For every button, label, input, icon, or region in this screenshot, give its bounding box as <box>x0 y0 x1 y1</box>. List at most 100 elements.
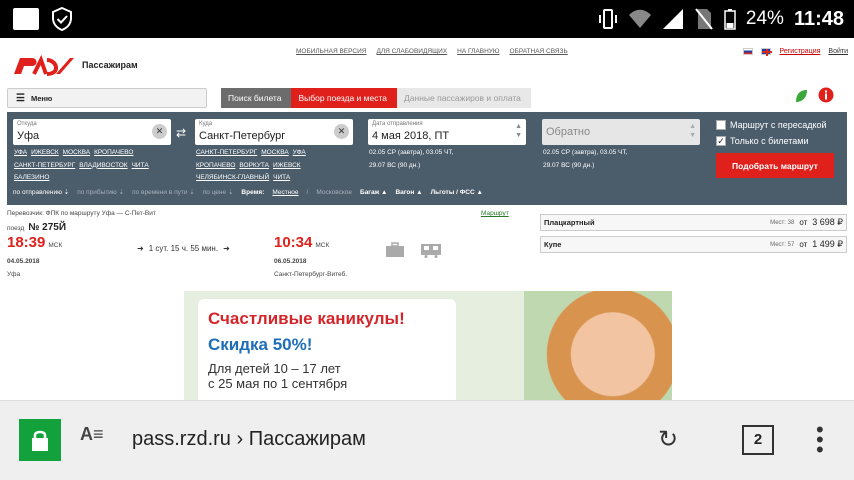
from-field[interactable]: Откуда Уфа ✕ <box>13 119 171 145</box>
sort-arrival[interactable]: по прибытию ⇣ <box>77 188 124 196</box>
seat-price: 1 499 ₽ <box>812 239 843 249</box>
quick-chelyabinsk[interactable]: ЧЕЛЯБИНСК-ГЛАВНЫЙ <box>196 174 269 181</box>
vibrate-icon <box>598 9 617 29</box>
time-local[interactable]: Местное <box>272 189 298 196</box>
seat-class-row[interactable]: Купе Мест: 57 от 1 499 ₽ <box>540 236 847 253</box>
banner-discount: Скидка 50%! <box>208 335 313 354</box>
link-mobile[interactable]: МОБИЛЬНАЯ ВЕРСИЯ <box>296 48 366 55</box>
menu-button[interactable]: ☰ Меню <box>7 88 207 108</box>
quick-ufa[interactable]: УФА <box>14 149 27 156</box>
seat-class-row[interactable]: Плацкартный Мест: 38 от 3 698 ₽ <box>540 214 847 231</box>
train-number[interactable]: № 275Й <box>28 222 66 233</box>
seat-class-name: Плацкартный <box>544 218 595 227</box>
link-feedback[interactable]: ОБРАТНАЯ СВЯЗЬ <box>510 48 568 55</box>
sort-departure[interactable]: по отправлению ⇣ <box>13 188 69 196</box>
filter-baggage-label: Багаж <box>360 188 380 196</box>
arrow-right-icon: ➜ <box>223 244 230 253</box>
sort-icon: ⇣ <box>118 189 125 196</box>
transfer-checkbox-box[interactable] <box>716 120 726 130</box>
time-divider: / <box>306 188 309 196</box>
info-icon[interactable] <box>818 87 834 103</box>
seat-count: Мест: 38 <box>770 219 795 226</box>
quick-kropachevo[interactable]: КРОПАЧЕВО <box>196 162 235 169</box>
quick-chita[interactable]: ЧИТА <box>132 162 149 169</box>
sort-price-label: по цене <box>202 189 227 196</box>
arrival-station: Санкт-Петербург-Витеб. <box>274 271 348 278</box>
tickets-only-checkbox[interactable]: ✓ Только с билетами <box>716 136 808 146</box>
reader-mode-icon[interactable]: A≡ <box>80 424 104 445</box>
time-label: Время: <box>241 188 265 196</box>
date-quick-2[interactable]: 29.07 ВС (90 дн.) <box>369 160 453 173</box>
route-link[interactable]: Маршрут <box>481 210 509 217</box>
arrow-right-icon: ➜ <box>137 244 144 253</box>
from-value: Уфа <box>17 130 40 142</box>
sort-icon: ⇣ <box>189 189 195 196</box>
quick-moscow[interactable]: МОСКВА <box>261 149 288 156</box>
tabs-button[interactable]: 2 <box>742 425 774 455</box>
leaf-icon[interactable] <box>794 88 808 104</box>
seat-count: Мест: 57 <box>770 241 795 248</box>
train-car-icon <box>421 244 441 258</box>
to-field[interactable]: Куда Санкт-Петербург ✕ <box>195 119 353 145</box>
travel-duration: 1 сут. 15 ч. 55 мин. <box>148 244 219 253</box>
quick-izhevsk[interactable]: ИЖЕВСК <box>273 162 301 169</box>
filter-benefits-label: Льготы / ФСС <box>430 188 475 196</box>
url-field[interactable]: pass.rzd.ru › Пассажирам <box>132 428 366 451</box>
quick-kropachevo[interactable]: КРОПАЧЕВО <box>94 149 133 156</box>
quick-vladivostok[interactable]: ВЛАДИВОСТОК <box>79 162 127 169</box>
quick-ufa[interactable]: УФА <box>293 149 306 156</box>
return-quick-2[interactable]: 29.07 ВС (90 дн.) <box>543 160 627 173</box>
shield-check-icon <box>52 6 72 32</box>
quick-moscow[interactable]: МОСКВА <box>63 149 90 156</box>
swap-icon[interactable]: ⇄ <box>176 126 186 140</box>
return-field[interactable]: Обратно ▲ ▼ <box>542 119 700 145</box>
transfer-checkbox[interactable]: Маршрут с пересадкой <box>716 120 827 130</box>
link-accessibility[interactable]: ДЛЯ СЛАБОВИДЯЩИХ <box>376 48 447 55</box>
find-route-button[interactable]: Подобрать маршрут <box>716 153 834 178</box>
clear-from-icon[interactable]: ✕ <box>152 124 167 139</box>
battery-percent: 24% <box>745 8 784 29</box>
time-moscow[interactable]: Московское <box>316 189 352 196</box>
tickets-only-checkbox-box[interactable]: ✓ <box>716 136 726 146</box>
register-link[interactable]: Регистрация <box>779 48 820 55</box>
login-link[interactable]: Войти <box>828 48 848 55</box>
to-label: Куда <box>199 121 213 127</box>
filter-baggage[interactable]: Багаж ▲ <box>360 189 387 196</box>
promo-banner[interactable]: Счастливые каникулы! Скидка 50%! Для дет… <box>184 291 672 400</box>
brand-title: Пассажирам <box>82 60 138 70</box>
filter-car[interactable]: Вагон ▲ <box>395 189 422 196</box>
return-quick-1[interactable]: 02.05 СР (завтра), 03.05 ЧТ, <box>543 147 627 160</box>
seat-from: от <box>799 240 808 249</box>
hamburger-icon: ☰ <box>16 92 25 104</box>
step-select-train: Выбор поезда и места <box>291 88 398 108</box>
return-stepper-icon[interactable]: ▲ ▼ <box>689 122 696 140</box>
arrival-tz: МСК <box>315 242 330 249</box>
quick-izhevsk[interactable]: ИЖЕВСК <box>31 149 59 156</box>
lock-icon[interactable] <box>19 419 61 461</box>
clear-to-icon[interactable]: ✕ <box>334 124 349 139</box>
date-quick-1[interactable]: 02.05 СР (завтра), 03.05 ЧТ, <box>369 147 453 160</box>
reload-icon[interactable]: ↻ <box>658 425 678 454</box>
quick-vorkuta[interactable]: ВОРКУТА <box>239 162 269 169</box>
quick-spb[interactable]: САНКТ-ПЕТЕРБУРГ <box>196 149 257 156</box>
sort-departure-label: по отправлению <box>13 189 62 196</box>
web-page: Пассажирам МОБИЛЬНАЯ ВЕРСИЯ ДЛЯ СЛАБОВИД… <box>0 38 854 400</box>
to-value: Санкт-Петербург <box>199 130 286 142</box>
quick-spb[interactable]: САНКТ-ПЕТЕРБУРГ <box>14 162 75 169</box>
date-field[interactable]: Дата отправления 4 мая 2018, ПТ ▲ ▼ <box>368 119 526 145</box>
sort-price[interactable]: по цене ⇣ <box>203 188 234 196</box>
step-search[interactable]: Поиск билета <box>221 88 292 108</box>
date-stepper-icon[interactable]: ▲ ▼ <box>515 122 522 140</box>
more-menu-icon[interactable]: • • • <box>816 419 824 461</box>
link-home[interactable]: НА ГЛАВНУЮ <box>457 48 499 55</box>
sort-travel[interactable]: по времени в пути ⇣ <box>132 188 195 196</box>
filter-benefits[interactable]: Льготы / ФСС ▲ <box>431 189 483 196</box>
quick-balezino[interactable]: БАЛЕЗИНО <box>14 174 49 181</box>
rzd-logo[interactable]: Пассажирам <box>12 54 138 76</box>
flag-ru-icon[interactable] <box>743 48 754 55</box>
sort-asc-icon: ⇣ <box>63 189 70 196</box>
banner-title: Счастливые каникулы! <box>208 309 405 328</box>
train-card: Перевозчик: ФПК по маршруту Уфа — С-Пет-… <box>7 210 527 290</box>
quick-chita[interactable]: ЧИТА <box>273 174 290 181</box>
flag-uk-icon[interactable] <box>761 48 773 56</box>
